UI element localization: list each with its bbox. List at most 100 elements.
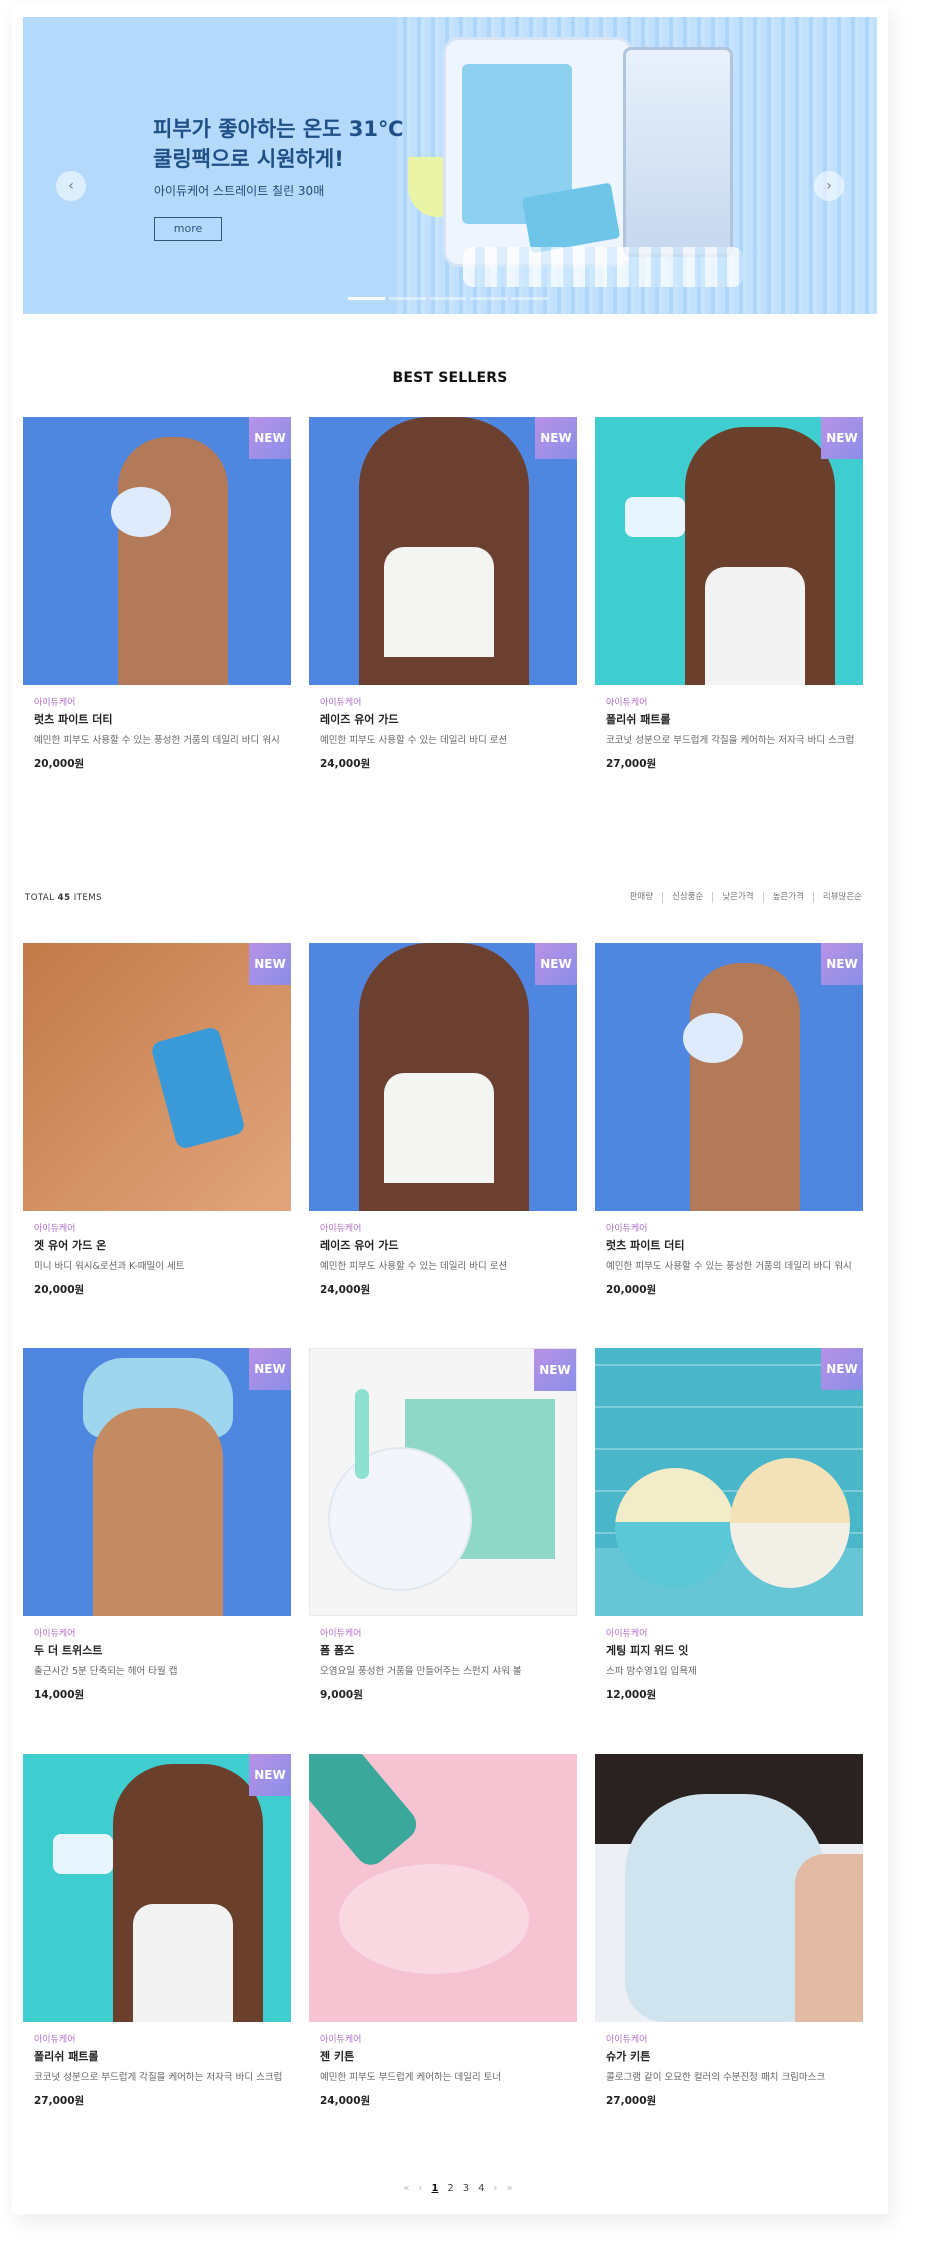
product-name[interactable]: 젠 키튼 bbox=[320, 2049, 570, 2065]
product-price: 12,000원 bbox=[606, 1689, 657, 1701]
new-badge: NEW bbox=[535, 943, 577, 985]
sort-price-high[interactable]: 높은가격 bbox=[762, 892, 813, 903]
total-number: 45 bbox=[57, 893, 71, 903]
product-name[interactable]: 럿츠 파이트 더티 bbox=[606, 1238, 856, 1254]
best-sellers-title: BEST SELLERS bbox=[392, 370, 508, 386]
product-name[interactable]: 폼 폼즈 bbox=[320, 1643, 570, 1659]
next-page-icon[interactable]: › bbox=[494, 2183, 498, 2194]
new-badge: NEW bbox=[249, 943, 291, 985]
prev-page-icon[interactable]: ‹ bbox=[418, 2183, 422, 2194]
new-badge: NEW bbox=[821, 417, 863, 459]
product-price: 20,000원 bbox=[34, 758, 85, 770]
page-link-1[interactable]: 1 bbox=[431, 2183, 438, 2194]
product-brand: 아이듀케어 bbox=[34, 1224, 76, 1234]
slide-dot[interactable] bbox=[429, 297, 467, 300]
product-desc: 출근시간 5분 단축되는 헤어 타월 캡 bbox=[34, 1666, 178, 1677]
slide-dot[interactable] bbox=[348, 297, 385, 300]
product-price: 9,000원 bbox=[320, 1689, 363, 1701]
product-image[interactable]: NEW bbox=[23, 417, 291, 685]
new-badge: NEW bbox=[249, 1348, 291, 1390]
sort-reviews[interactable]: 리뷰많은순 bbox=[812, 892, 871, 903]
product-brand: 아이듀케어 bbox=[320, 698, 362, 708]
product-image[interactable]: NEW bbox=[309, 1348, 577, 1616]
banner-mini-fridge-image bbox=[443, 37, 633, 267]
product-brand: 아이듀케어 bbox=[606, 698, 648, 708]
product-desc: 미니 바디 워시&로션과 K-때밀이 세트 bbox=[34, 1261, 185, 1272]
sort-newest[interactable]: 신상품순 bbox=[662, 892, 712, 903]
product-brand: 아이듀케어 bbox=[606, 1629, 648, 1639]
chevron-left-icon[interactable]: ‹ bbox=[56, 171, 86, 201]
new-badge: NEW bbox=[534, 1349, 576, 1391]
product-price: 24,000원 bbox=[320, 758, 371, 770]
product-name[interactable]: 두 더 트위스트 bbox=[34, 1643, 284, 1659]
product-name[interactable]: 럿츠 파이트 더티 bbox=[34, 712, 284, 728]
product-name[interactable]: 레이즈 유어 가드 bbox=[320, 1238, 570, 1254]
slide-dot[interactable] bbox=[511, 297, 548, 300]
new-badge: NEW bbox=[821, 1348, 863, 1390]
chevron-right-icon[interactable]: › bbox=[814, 171, 844, 201]
product-price: 27,000원 bbox=[606, 758, 657, 770]
new-badge: NEW bbox=[249, 417, 291, 459]
banner-headline-line1: 피부가 좋아하는 온도 31℃ bbox=[153, 117, 404, 141]
product-image[interactable] bbox=[595, 1754, 863, 2022]
banner-headline: 피부가 좋아하는 온도 31℃ 쿨링팩으로 시원하게! bbox=[153, 114, 403, 174]
product-name[interactable]: 폴리쉬 패트롤 bbox=[606, 712, 856, 728]
product-name[interactable]: 겟 유어 가드 온 bbox=[34, 1238, 284, 1254]
product-name[interactable]: 게팅 피지 위드 잇 bbox=[606, 1643, 856, 1659]
banner-slide-indicator[interactable] bbox=[348, 297, 548, 300]
page-link-2[interactable]: 2 bbox=[447, 2183, 453, 2194]
total-count: TOTAL 45 ITEMS bbox=[25, 893, 102, 903]
banner-more-button[interactable]: more bbox=[154, 217, 222, 241]
product-brand: 아이듀케어 bbox=[320, 1629, 362, 1639]
product-brand: 아이듀케어 bbox=[320, 2035, 362, 2045]
product-image[interactable]: NEW bbox=[595, 1348, 863, 1616]
hero-banner[interactable]: 피부가 좋아하는 온도 31℃ 쿨링팩으로 시원하게! 아이듀케어 스트레이트 … bbox=[23, 17, 877, 314]
product-desc: 오염요일 풍성한 거품을 만들어주는 스펀지 샤워 볼 bbox=[320, 1666, 522, 1677]
product-image[interactable]: NEW bbox=[23, 943, 291, 1211]
pagination: « ‹ 1 2 3 4 › » bbox=[388, 2180, 528, 2196]
product-image[interactable]: NEW bbox=[309, 417, 577, 685]
product-desc: 코코넛 성분으로 부드럽게 각질을 케어하는 저자극 바디 스크럽 bbox=[606, 735, 855, 746]
first-page-icon[interactable]: « bbox=[403, 2183, 409, 2194]
product-price: 27,000원 bbox=[34, 2095, 85, 2107]
product-image[interactable]: NEW bbox=[23, 1348, 291, 1616]
product-list-toolbar: TOTAL 45 ITEMS 판매량 신상품순 낮은가격 높은가격 리뷰많은순 bbox=[23, 890, 877, 910]
product-desc: 예민한 피부도 사용할 수 있는 데일리 바디 로션 bbox=[320, 735, 508, 746]
product-price: 20,000원 bbox=[606, 1284, 657, 1296]
slide-dot[interactable] bbox=[388, 297, 426, 300]
product-brand: 아이듀케어 bbox=[606, 1224, 648, 1234]
product-name[interactable]: 레이즈 유어 가드 bbox=[320, 712, 570, 728]
product-price: 24,000원 bbox=[320, 1284, 371, 1296]
last-page-icon[interactable]: » bbox=[507, 2183, 513, 2194]
page-link-4[interactable]: 4 bbox=[478, 2183, 484, 2194]
product-name[interactable]: 슈가 키튼 bbox=[606, 2049, 856, 2065]
slide-dot[interactable] bbox=[470, 297, 508, 300]
product-desc: 스파 밤수영1입 입욕제 bbox=[606, 1666, 697, 1677]
product-desc: 예민한 피부도 사용할 수 있는 풍성한 거품의 데일리 바디 워시 bbox=[606, 1261, 852, 1272]
product-desc: 코코넛 성분으로 부드럽게 각질을 케어하는 저자극 바디 스크럽 bbox=[34, 2072, 283, 2083]
product-image[interactable] bbox=[309, 1754, 577, 2022]
product-image[interactable]: NEW bbox=[595, 417, 863, 685]
product-desc: 예민한 피부도 사용할 수 있는 풍성한 거품의 데일리 바디 워시 bbox=[34, 735, 280, 746]
product-image[interactable]: NEW bbox=[595, 943, 863, 1211]
product-price: 24,000원 bbox=[320, 2095, 371, 2107]
new-badge: NEW bbox=[249, 1754, 291, 1796]
sort-options: 판매량 신상품순 낮은가격 높은가격 리뷰많은순 bbox=[621, 892, 871, 903]
product-image[interactable]: NEW bbox=[23, 1754, 291, 2022]
total-suffix: ITEMS bbox=[73, 893, 103, 903]
product-brand: 아이듀케어 bbox=[34, 698, 76, 708]
product-price: 14,000원 bbox=[34, 1689, 85, 1701]
product-desc: 예민한 피부도 부드럽게 케어하는 데일리 토너 bbox=[320, 2072, 502, 2083]
product-brand: 아이듀케어 bbox=[606, 2035, 648, 2045]
product-image[interactable]: NEW bbox=[309, 943, 577, 1211]
new-badge: NEW bbox=[535, 417, 577, 459]
product-brand: 아이듀케어 bbox=[34, 1629, 76, 1639]
sort-sales[interactable]: 판매량 bbox=[621, 892, 662, 903]
page-link-3[interactable]: 3 bbox=[463, 2183, 469, 2194]
product-brand: 아이듀케어 bbox=[34, 2035, 76, 2045]
product-price: 20,000원 bbox=[34, 1284, 85, 1296]
product-desc: 콜로그램 같이 오묘한 컬러의 수분진정 패치 크림마스크 bbox=[606, 2072, 826, 2083]
product-name[interactable]: 폴리쉬 패트롤 bbox=[34, 2049, 284, 2065]
banner-headline-line2: 쿨링팩으로 시원하게! bbox=[153, 147, 344, 171]
sort-price-low[interactable]: 낮은가격 bbox=[712, 892, 762, 903]
